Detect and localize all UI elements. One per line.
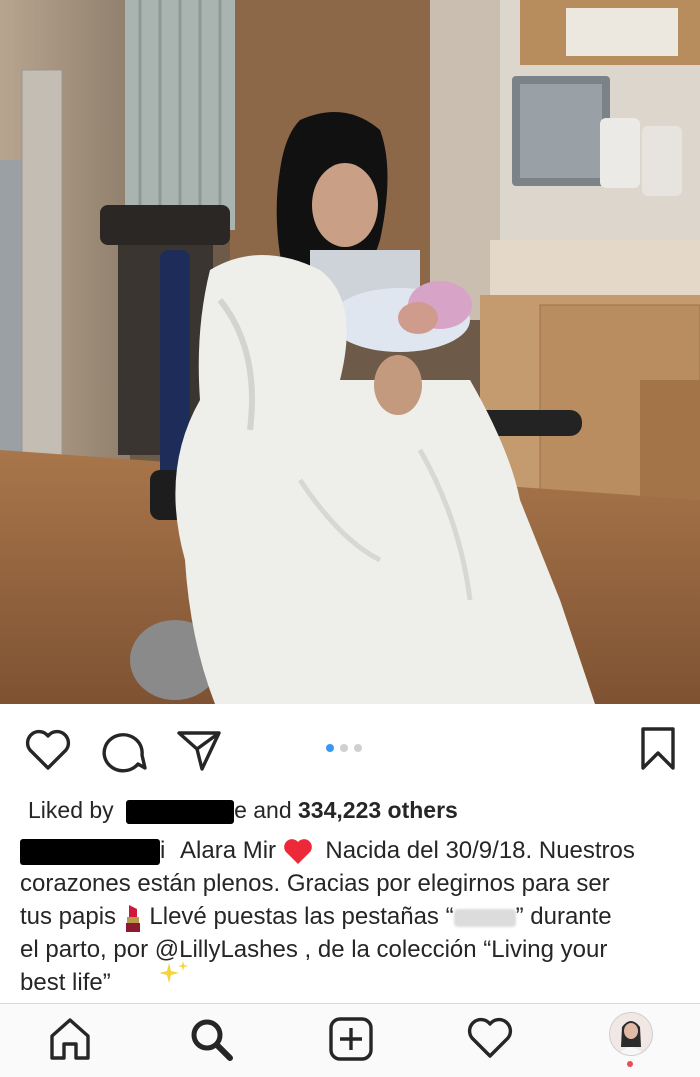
caption-text: Llevé puestas las pestañas “: [149, 903, 454, 930]
likes-count[interactable]: 334,223 others: [298, 797, 458, 823]
profile-avatar[interactable]: [609, 1012, 653, 1056]
speech-bubble-icon[interactable]: [100, 728, 148, 774]
home-icon[interactable]: [48, 1016, 92, 1062]
carousel-indicator: [326, 744, 362, 752]
redacted-username: [126, 799, 235, 824]
caption-text: tus papis: [20, 903, 117, 930]
avatar-image: [610, 1013, 652, 1055]
redacted-lash-name: [453, 908, 516, 927]
heart-icon[interactable]: [466, 1016, 514, 1060]
caption-line-5: best life”: [20, 960, 696, 999]
sparkles-emoji-icon: [159, 960, 189, 983]
caption-text: ” durante: [515, 903, 612, 930]
heart-outline-icon[interactable]: [24, 728, 72, 772]
paper-plane-icon[interactable]: [176, 728, 222, 772]
likes-and: and: [253, 797, 292, 823]
caption-baby-name: Alara Mir: [180, 837, 277, 864]
caption-line-3: tus papis Llevé puestas las pestañas “ ” …: [20, 900, 696, 933]
bookmark-icon[interactable]: [638, 726, 678, 772]
liked-by-name-tail[interactable]: e: [234, 797, 247, 823]
post-caption: i Alara Mir Nacida del 30/9/18. Nuestros…: [20, 834, 696, 999]
notification-dot: [627, 1061, 633, 1067]
red-heart-emoji-icon: [283, 838, 312, 864]
caption-line-1: i Alara Mir Nacida del 30/9/18. Nuestros: [20, 834, 696, 867]
caption-line-4: el parto, por @LillyLashes , de la colec…: [20, 936, 608, 963]
post-photo[interactable]: [0, 0, 700, 704]
carousel-dot-active: [326, 744, 334, 752]
redacted-username: [20, 838, 160, 865]
hospital-newborn-photo: [0, 0, 700, 704]
carousel-dot: [354, 744, 362, 752]
caption-user-tail[interactable]: i: [160, 837, 165, 864]
liked-by-label: Liked by: [28, 797, 114, 823]
caption-text: Nacida del 30/9/18. Nuestros: [325, 837, 635, 864]
caption-text: best life”: [20, 969, 111, 996]
add-post-icon[interactable]: [328, 1016, 374, 1062]
search-icon[interactable]: [188, 1016, 234, 1062]
bottom-navigation: [0, 1003, 700, 1077]
carousel-dot: [340, 744, 348, 752]
likes-summary: Liked by e and 334,223 others: [28, 793, 688, 827]
lipstick-emoji-icon: [125, 904, 140, 932]
caption-line-2: corazones están plenos. Gracias por eleg…: [20, 870, 610, 897]
